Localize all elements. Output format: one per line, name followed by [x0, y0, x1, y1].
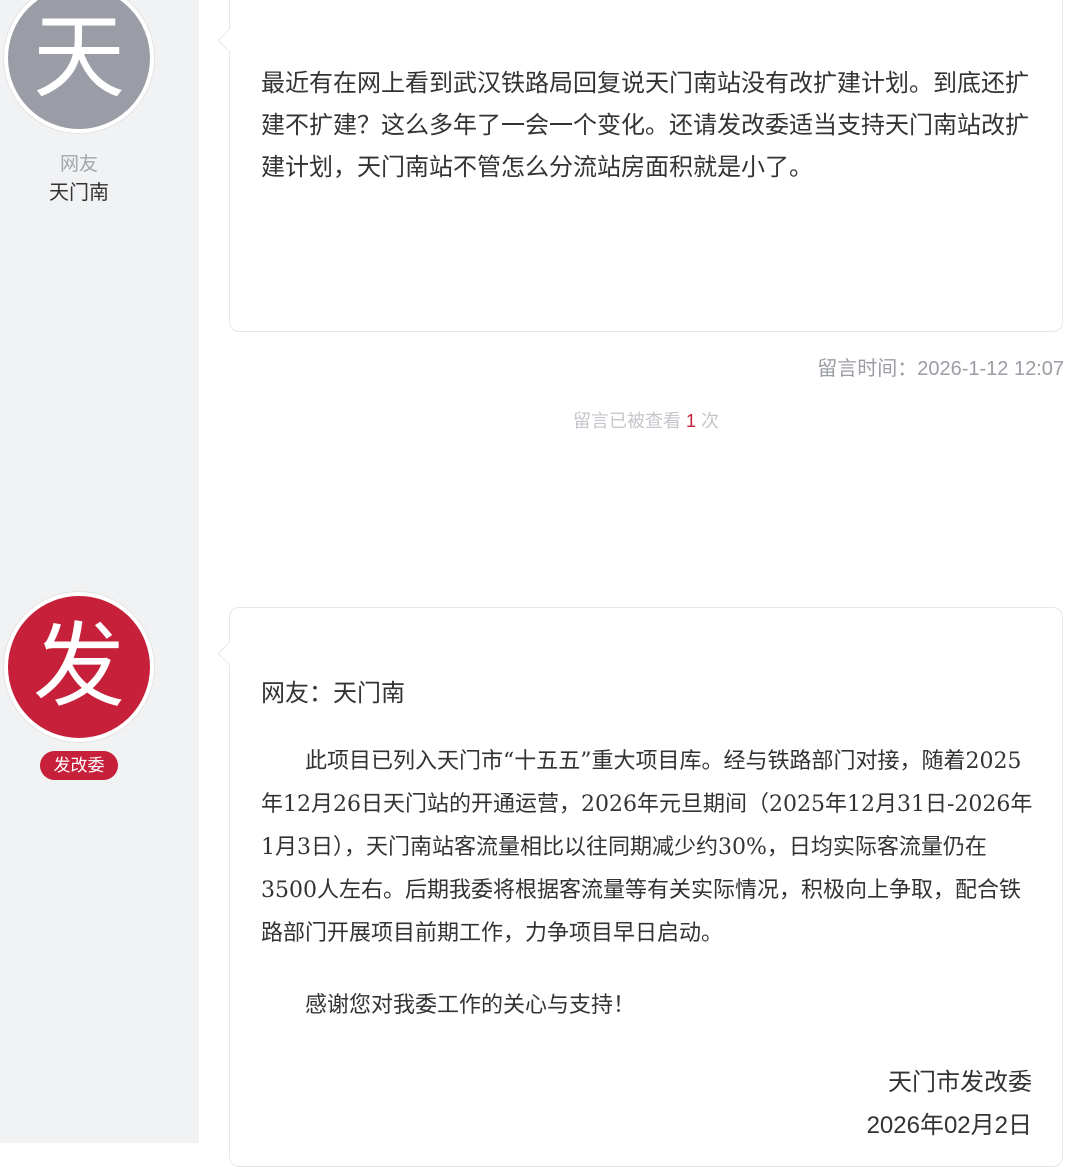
official-avatar: 发 [4, 592, 154, 742]
user-avatar-char: 天 [32, 4, 125, 111]
reply-body: 此项目已列入天门市“十五五”重大项目库。经与铁路部门对接，随着2025年12月2… [261, 740, 1037, 1027]
reply-thanks: 感谢您对我委工作的关心与支持！ [305, 993, 636, 1018]
left-column: 天 网友 天门南 发 发改委 [0, 0, 199, 1143]
question-bubble: 最近有在网上看到武汉铁路局回复说天门南站没有改扩建计划。到底还扩建不扩建？这么多… [229, 0, 1063, 332]
reply-bubble: 网友：天门南 此项目已列入天门市“十五五”重大项目库。经与铁路部门对接，随着20… [229, 607, 1063, 1167]
view-count-number: 1 [685, 411, 696, 431]
dept-badge: 发改委 [40, 751, 118, 780]
reply-signature-org: 天门市发改委 [888, 1069, 1032, 1096]
user-name-label: 天门南 [49, 182, 109, 204]
view-count-prefix: 留言已被查看 [572, 411, 681, 431]
reply-paragraph: 此项目已列入天门市“十五五”重大项目库。经与铁路部门对接，随着2025年12月2… [261, 749, 1033, 946]
message-time: 留言时间：2026-1-12 12:07 [817, 358, 1064, 380]
reply-signature-date: 2026年02月2日 [866, 1112, 1032, 1139]
user-role-label: 网友 [59, 154, 98, 175]
official-avatar-char: 发 [32, 613, 125, 720]
view-count: 留言已被查看 1 次 [229, 407, 1063, 433]
reply-addressee: 网友：天门南 [261, 680, 405, 707]
user-avatar: 天 [4, 0, 154, 133]
view-count-suffix: 次 [701, 411, 720, 431]
question-content: 最近有在网上看到武汉铁路局回复说天门南站没有改扩建计划。到底还扩建不扩建？这么多… [261, 70, 1029, 181]
